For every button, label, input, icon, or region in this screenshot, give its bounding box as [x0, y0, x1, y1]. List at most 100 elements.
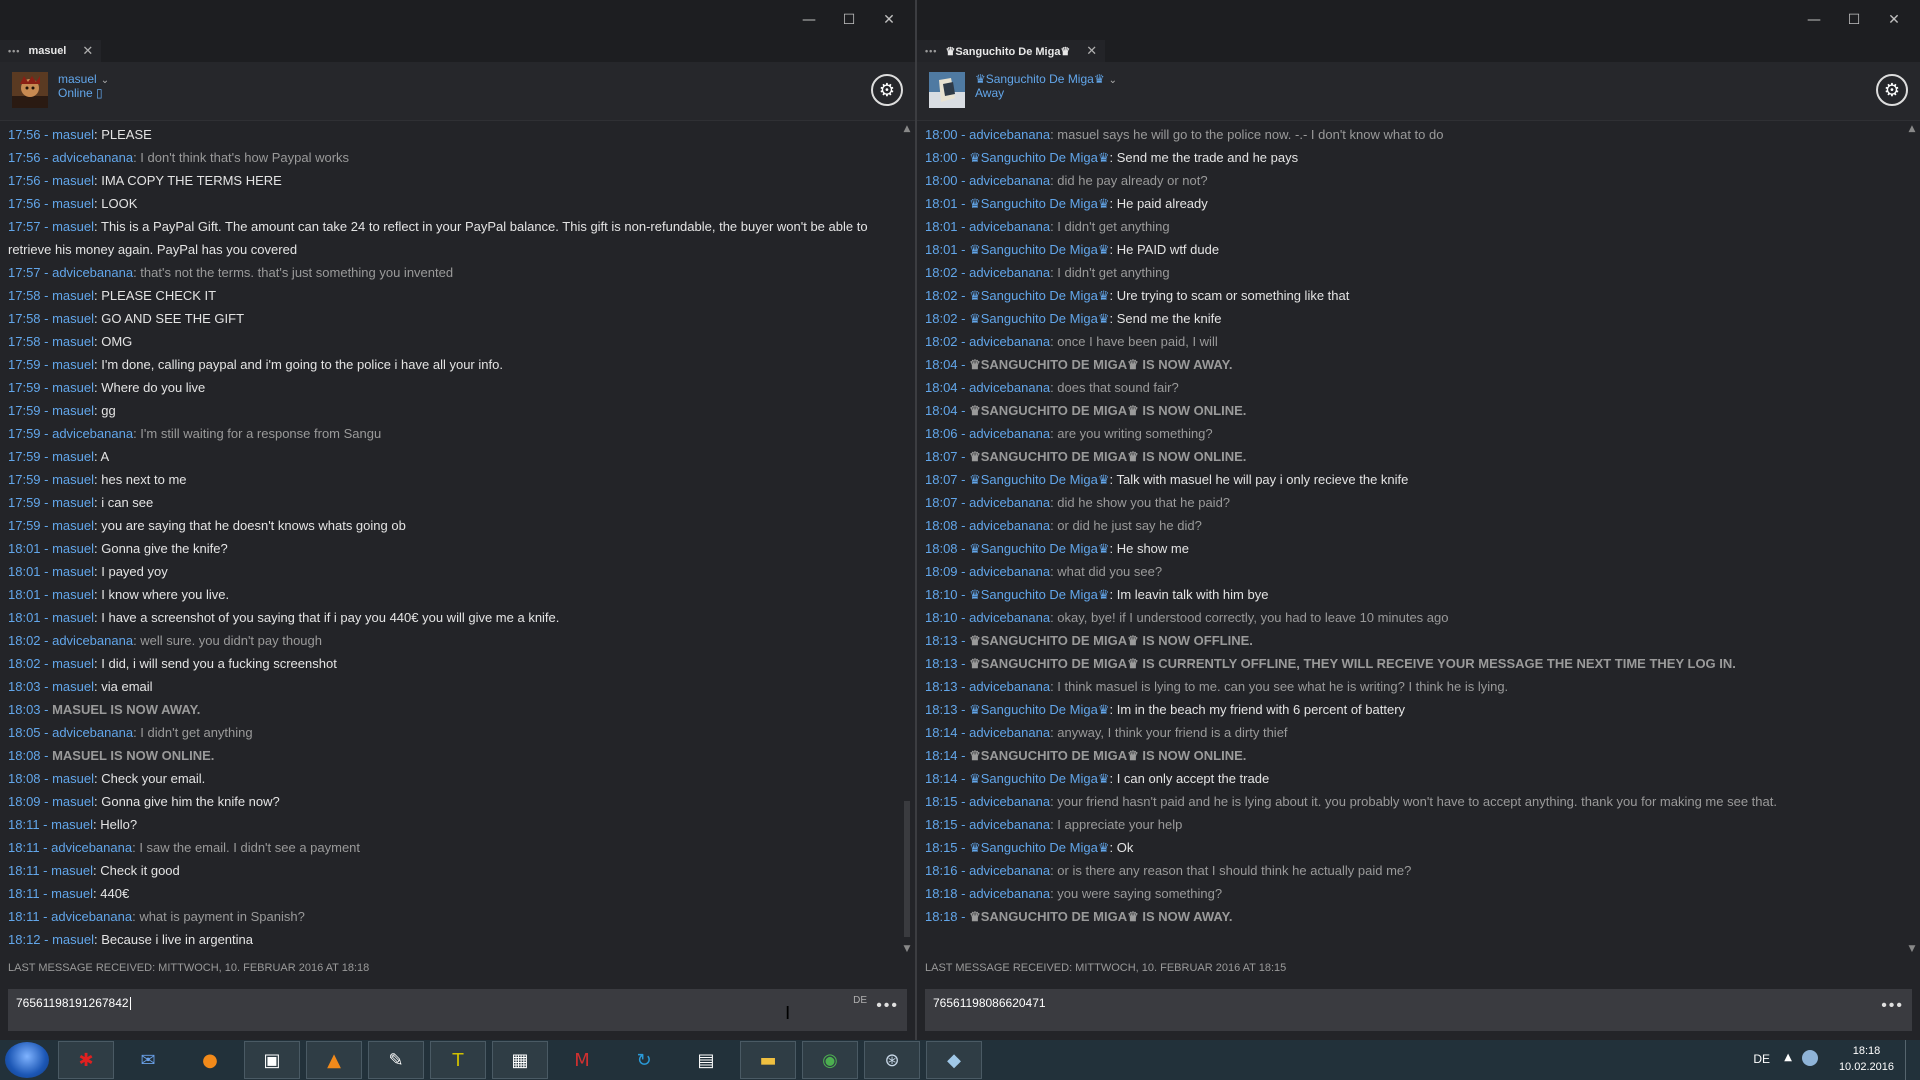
message-sender[interactable]: advicebanana — [969, 886, 1050, 901]
gear-icon[interactable]: ⚙ — [871, 74, 903, 106]
message-sender[interactable]: masuel — [52, 656, 94, 671]
message-sender[interactable]: masuel — [52, 173, 94, 188]
message-sender[interactable]: advicebanana — [969, 518, 1050, 533]
gmail-notifier-icon[interactable]: M — [554, 1041, 610, 1079]
message-sender[interactable]: advicebanana — [969, 610, 1050, 625]
message-sender[interactable]: advicebanana — [52, 725, 133, 740]
show-desktop-button[interactable] — [1905, 1040, 1920, 1080]
message-sender[interactable]: advicebanana — [969, 265, 1050, 280]
tab-close-icon[interactable]: ✕ — [82, 44, 93, 59]
chevron-down-icon[interactable]: ⌄ — [101, 75, 109, 86]
message-sender[interactable]: advicebanana — [969, 564, 1050, 579]
message-sender[interactable]: masuel — [52, 541, 94, 556]
message-sender[interactable]: ♛Sanguchito De Miga♛ — [969, 472, 1109, 487]
message-sender[interactable]: masuel — [52, 380, 94, 395]
more-options-icon[interactable]: ••• — [1881, 997, 1904, 1015]
close-button[interactable]: ✕ — [869, 6, 909, 34]
message-sender[interactable]: advicebanana — [52, 633, 133, 648]
titlebar[interactable]: — ☐ ✕ — [917, 0, 1920, 40]
message-sender[interactable]: masuel — [52, 610, 94, 625]
message-input[interactable]: 76561198191267842 DE ••• — [8, 989, 907, 1031]
message-sender[interactable]: advicebanana — [969, 679, 1050, 694]
message-sender[interactable]: masuel — [52, 196, 94, 211]
message-sender[interactable]: masuel — [52, 518, 94, 533]
scroll-up-icon[interactable]: ▲ — [901, 123, 913, 135]
message-sender[interactable]: advicebanana — [969, 495, 1050, 510]
message-input-value[interactable]: 76561198191267842 — [16, 996, 131, 1011]
message-sender[interactable]: ♛Sanguchito De Miga♛ — [969, 771, 1109, 786]
avatar[interactable] — [12, 72, 48, 108]
message-sender[interactable]: advicebanana — [969, 127, 1050, 142]
scroll-up-icon[interactable]: ▲ — [1906, 123, 1918, 135]
gear-icon[interactable]: ⚙ — [1876, 74, 1908, 106]
tab-menu-icon[interactable]: ••• — [8, 46, 20, 56]
chevron-down-icon[interactable]: ⌄ — [1109, 75, 1117, 86]
message-sender[interactable]: masuel — [51, 886, 93, 901]
sync-app-icon[interactable]: ↻ — [616, 1041, 672, 1079]
message-sender[interactable]: ♛Sanguchito De Miga♛ — [969, 587, 1109, 602]
steam-icon[interactable]: ⊛ — [864, 1041, 920, 1079]
scroll-down-icon[interactable]: ▼ — [901, 943, 913, 955]
tab-masuel[interactable]: ••• masuel ✕ — [0, 40, 102, 62]
chat-scrollbar[interactable]: ▲ ▼ — [901, 123, 913, 955]
message-sender[interactable]: advicebanana — [969, 380, 1050, 395]
message-sender[interactable]: advicebanana — [52, 150, 133, 165]
chat-log[interactable]: 18:00 - advicebanana: masuel says he wil… — [925, 123, 1911, 953]
message-sender[interactable]: masuel — [52, 495, 94, 510]
message-sender[interactable]: advicebanana — [969, 219, 1050, 234]
message-sender[interactable]: ♛Sanguchito De Miga♛ — [969, 702, 1109, 717]
thunderbird-icon[interactable]: ✉ — [120, 1041, 176, 1079]
message-sender[interactable]: masuel — [52, 679, 94, 694]
message-sender[interactable]: masuel — [52, 403, 94, 418]
notepad-icon[interactable]: ✎ — [368, 1041, 424, 1079]
steam-tray-icon[interactable] — [1802, 1050, 1818, 1066]
vlc-icon[interactable]: ▲ — [306, 1041, 362, 1079]
message-sender[interactable]: advicebanana — [969, 173, 1050, 188]
windows-start-icon[interactable] — [5, 1042, 49, 1078]
message-sender[interactable]: masuel — [52, 334, 94, 349]
message-sender[interactable]: ♛Sanguchito De Miga♛ — [969, 150, 1109, 165]
minimize-button[interactable]: — — [789, 6, 829, 34]
close-button[interactable]: ✕ — [1874, 6, 1914, 34]
tray-arrow-icon[interactable]: ▲ — [1784, 1052, 1792, 1063]
maximize-button[interactable]: ☐ — [829, 6, 869, 34]
command-prompt-icon[interactable]: ▣ — [244, 1041, 300, 1079]
tab-menu-icon[interactable]: ••• — [925, 46, 937, 56]
message-sender[interactable]: masuel — [52, 288, 94, 303]
message-input[interactable]: 76561198086620471 ••• — [925, 989, 1912, 1031]
message-sender[interactable]: advicebanana — [969, 426, 1050, 441]
maximize-button[interactable]: ☐ — [1834, 6, 1874, 34]
tab-sanguchito[interactable]: ••• ♛Sanguchito De Miga♛ ✕ — [917, 40, 1106, 62]
message-sender[interactable]: masuel — [52, 127, 94, 142]
tab-close-icon[interactable]: ✕ — [1086, 44, 1097, 59]
chat-log[interactable]: 17:56 - masuel: PLEASE 17:56 - advicebana… — [8, 123, 894, 953]
message-sender[interactable]: masuel — [52, 794, 94, 809]
message-sender[interactable]: advicebanana — [51, 840, 132, 855]
message-sender[interactable]: ♛Sanguchito De Miga♛ — [969, 311, 1109, 326]
avatar[interactable] — [929, 72, 965, 108]
language-indicator[interactable]: DE — [1753, 1052, 1770, 1066]
message-sender[interactable]: masuel — [52, 564, 94, 579]
message-sender[interactable]: masuel — [52, 472, 94, 487]
message-sender[interactable]: masuel — [51, 863, 93, 878]
calculator-icon[interactable]: ▤ — [678, 1041, 734, 1079]
friend-name[interactable]: masuel ⌄ — [58, 72, 109, 86]
message-sender[interactable]: masuel — [52, 771, 94, 786]
message-sender[interactable]: advicebanana — [52, 426, 133, 441]
message-sender[interactable]: advicebanana — [52, 265, 133, 280]
more-options-icon[interactable]: ••• — [876, 997, 899, 1015]
message-sender[interactable]: ♛Sanguchito De Miga♛ — [969, 242, 1109, 257]
calligraphy-app-icon[interactable]: ▦ — [492, 1041, 548, 1079]
message-sender[interactable]: masuel — [52, 932, 94, 947]
message-sender[interactable]: advicebanana — [969, 725, 1050, 740]
firefox-icon[interactable]: ● — [182, 1041, 238, 1079]
message-input-value[interactable]: 76561198086620471 — [933, 996, 1046, 1010]
message-sender[interactable]: ♛Sanguchito De Miga♛ — [969, 840, 1109, 855]
message-sender[interactable]: ♛Sanguchito De Miga♛ — [969, 541, 1109, 556]
titlebar[interactable]: — ☐ ✕ — [0, 0, 915, 40]
message-sender[interactable]: advicebanana — [969, 817, 1050, 832]
file-explorer-icon[interactable]: ▬ — [740, 1041, 796, 1079]
chrome-icon[interactable]: ◉ — [802, 1041, 858, 1079]
message-sender[interactable]: masuel — [51, 817, 93, 832]
message-sender[interactable]: ♛Sanguchito De Miga♛ — [969, 196, 1109, 211]
